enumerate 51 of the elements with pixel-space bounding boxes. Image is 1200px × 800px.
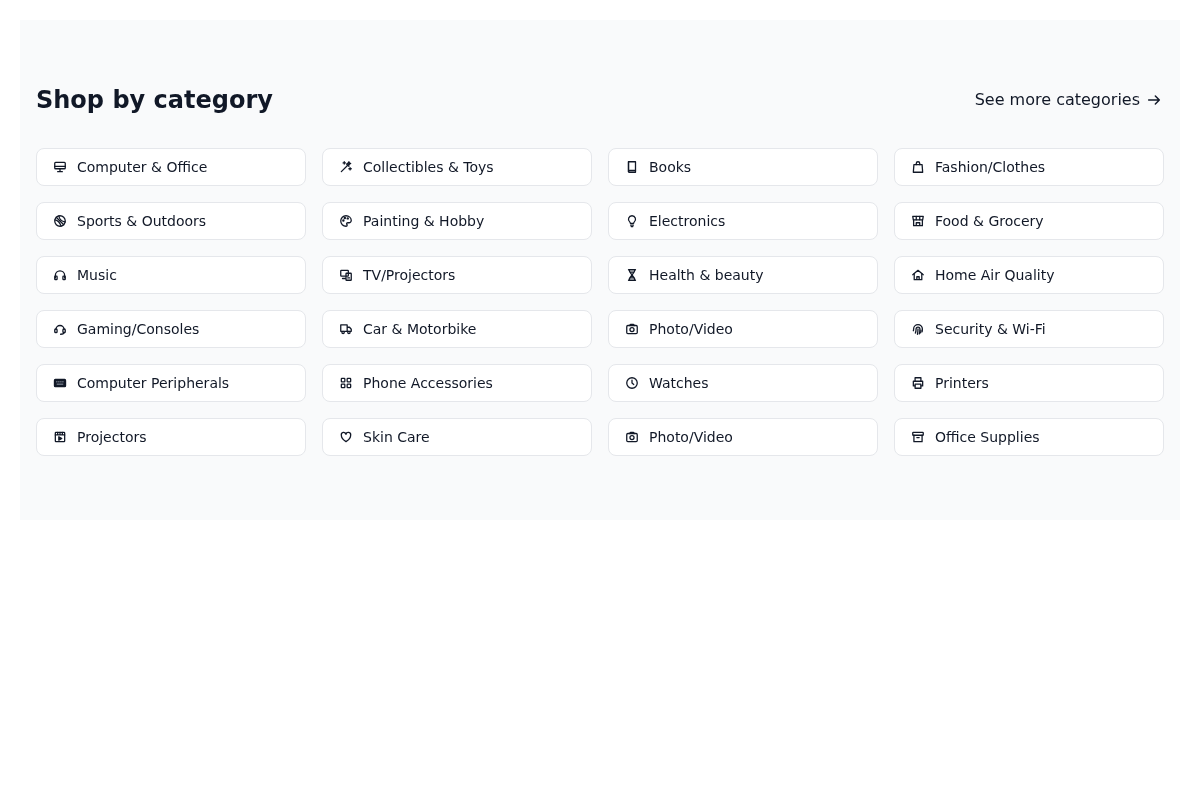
archive-icon bbox=[911, 430, 925, 444]
wand-icon bbox=[339, 160, 353, 174]
category-link[interactable]: Skin Care bbox=[322, 418, 592, 456]
hourglass-icon bbox=[625, 268, 639, 282]
category-link[interactable]: Electronics bbox=[608, 202, 878, 240]
camera-icon bbox=[625, 430, 639, 444]
category-link[interactable]: Photo/Video bbox=[608, 310, 878, 348]
category-link[interactable]: Projectors bbox=[36, 418, 306, 456]
keyboard-icon bbox=[53, 376, 67, 390]
lightbulb-icon bbox=[625, 214, 639, 228]
storefront-icon bbox=[911, 214, 925, 228]
category-link[interactable]: Collectibles & Toys bbox=[322, 148, 592, 186]
category-link[interactable]: Home Air Quality bbox=[894, 256, 1164, 294]
arrow-right-icon bbox=[1146, 92, 1162, 108]
category-link[interactable]: Gaming/Consoles bbox=[36, 310, 306, 348]
play-window-icon bbox=[53, 430, 67, 444]
headphones-icon bbox=[53, 268, 67, 282]
category-link[interactable]: Sports & Outdoors bbox=[36, 202, 306, 240]
category-link[interactable]: Photo/Video bbox=[608, 418, 878, 456]
printer-icon bbox=[911, 376, 925, 390]
category-link[interactable]: Security & Wi-Fi bbox=[894, 310, 1164, 348]
heart-icon bbox=[339, 430, 353, 444]
category-link[interactable]: Food & Grocery bbox=[894, 202, 1164, 240]
category-link[interactable]: Music bbox=[36, 256, 306, 294]
category-link[interactable]: Phone Accessories bbox=[322, 364, 592, 402]
category-link[interactable]: Printers bbox=[894, 364, 1164, 402]
category-link[interactable]: Fashion/Clothes bbox=[894, 148, 1164, 186]
category-link[interactable]: Computer & Office bbox=[36, 148, 306, 186]
home-icon bbox=[911, 268, 925, 282]
see-more-link[interactable]: See more categories bbox=[974, 88, 1162, 112]
category-link[interactable]: Watches bbox=[608, 364, 878, 402]
ball-icon bbox=[53, 214, 67, 228]
category-link[interactable]: Painting & Hobby bbox=[322, 202, 592, 240]
fingerprint-icon bbox=[911, 322, 925, 336]
devices-icon bbox=[339, 268, 353, 282]
grid-icon bbox=[339, 376, 353, 390]
monitor-icon bbox=[53, 160, 67, 174]
category-link[interactable]: Office Supplies bbox=[894, 418, 1164, 456]
category-link[interactable]: Car & Motorbike bbox=[322, 310, 592, 348]
headset-icon bbox=[53, 322, 67, 336]
truck-icon bbox=[339, 322, 353, 336]
clock-icon bbox=[625, 376, 639, 390]
palette-icon bbox=[339, 214, 353, 228]
bag-icon bbox=[911, 160, 925, 174]
camera-icon bbox=[625, 322, 639, 336]
category-link[interactable]: Health & beauty bbox=[608, 256, 878, 294]
book-icon bbox=[625, 160, 639, 174]
category-link[interactable]: Books bbox=[608, 148, 878, 186]
category-link[interactable]: Computer Peripherals bbox=[36, 364, 306, 402]
category-link[interactable]: TV/Projectors bbox=[322, 256, 592, 294]
section-title: Shop by category bbox=[36, 85, 273, 116]
